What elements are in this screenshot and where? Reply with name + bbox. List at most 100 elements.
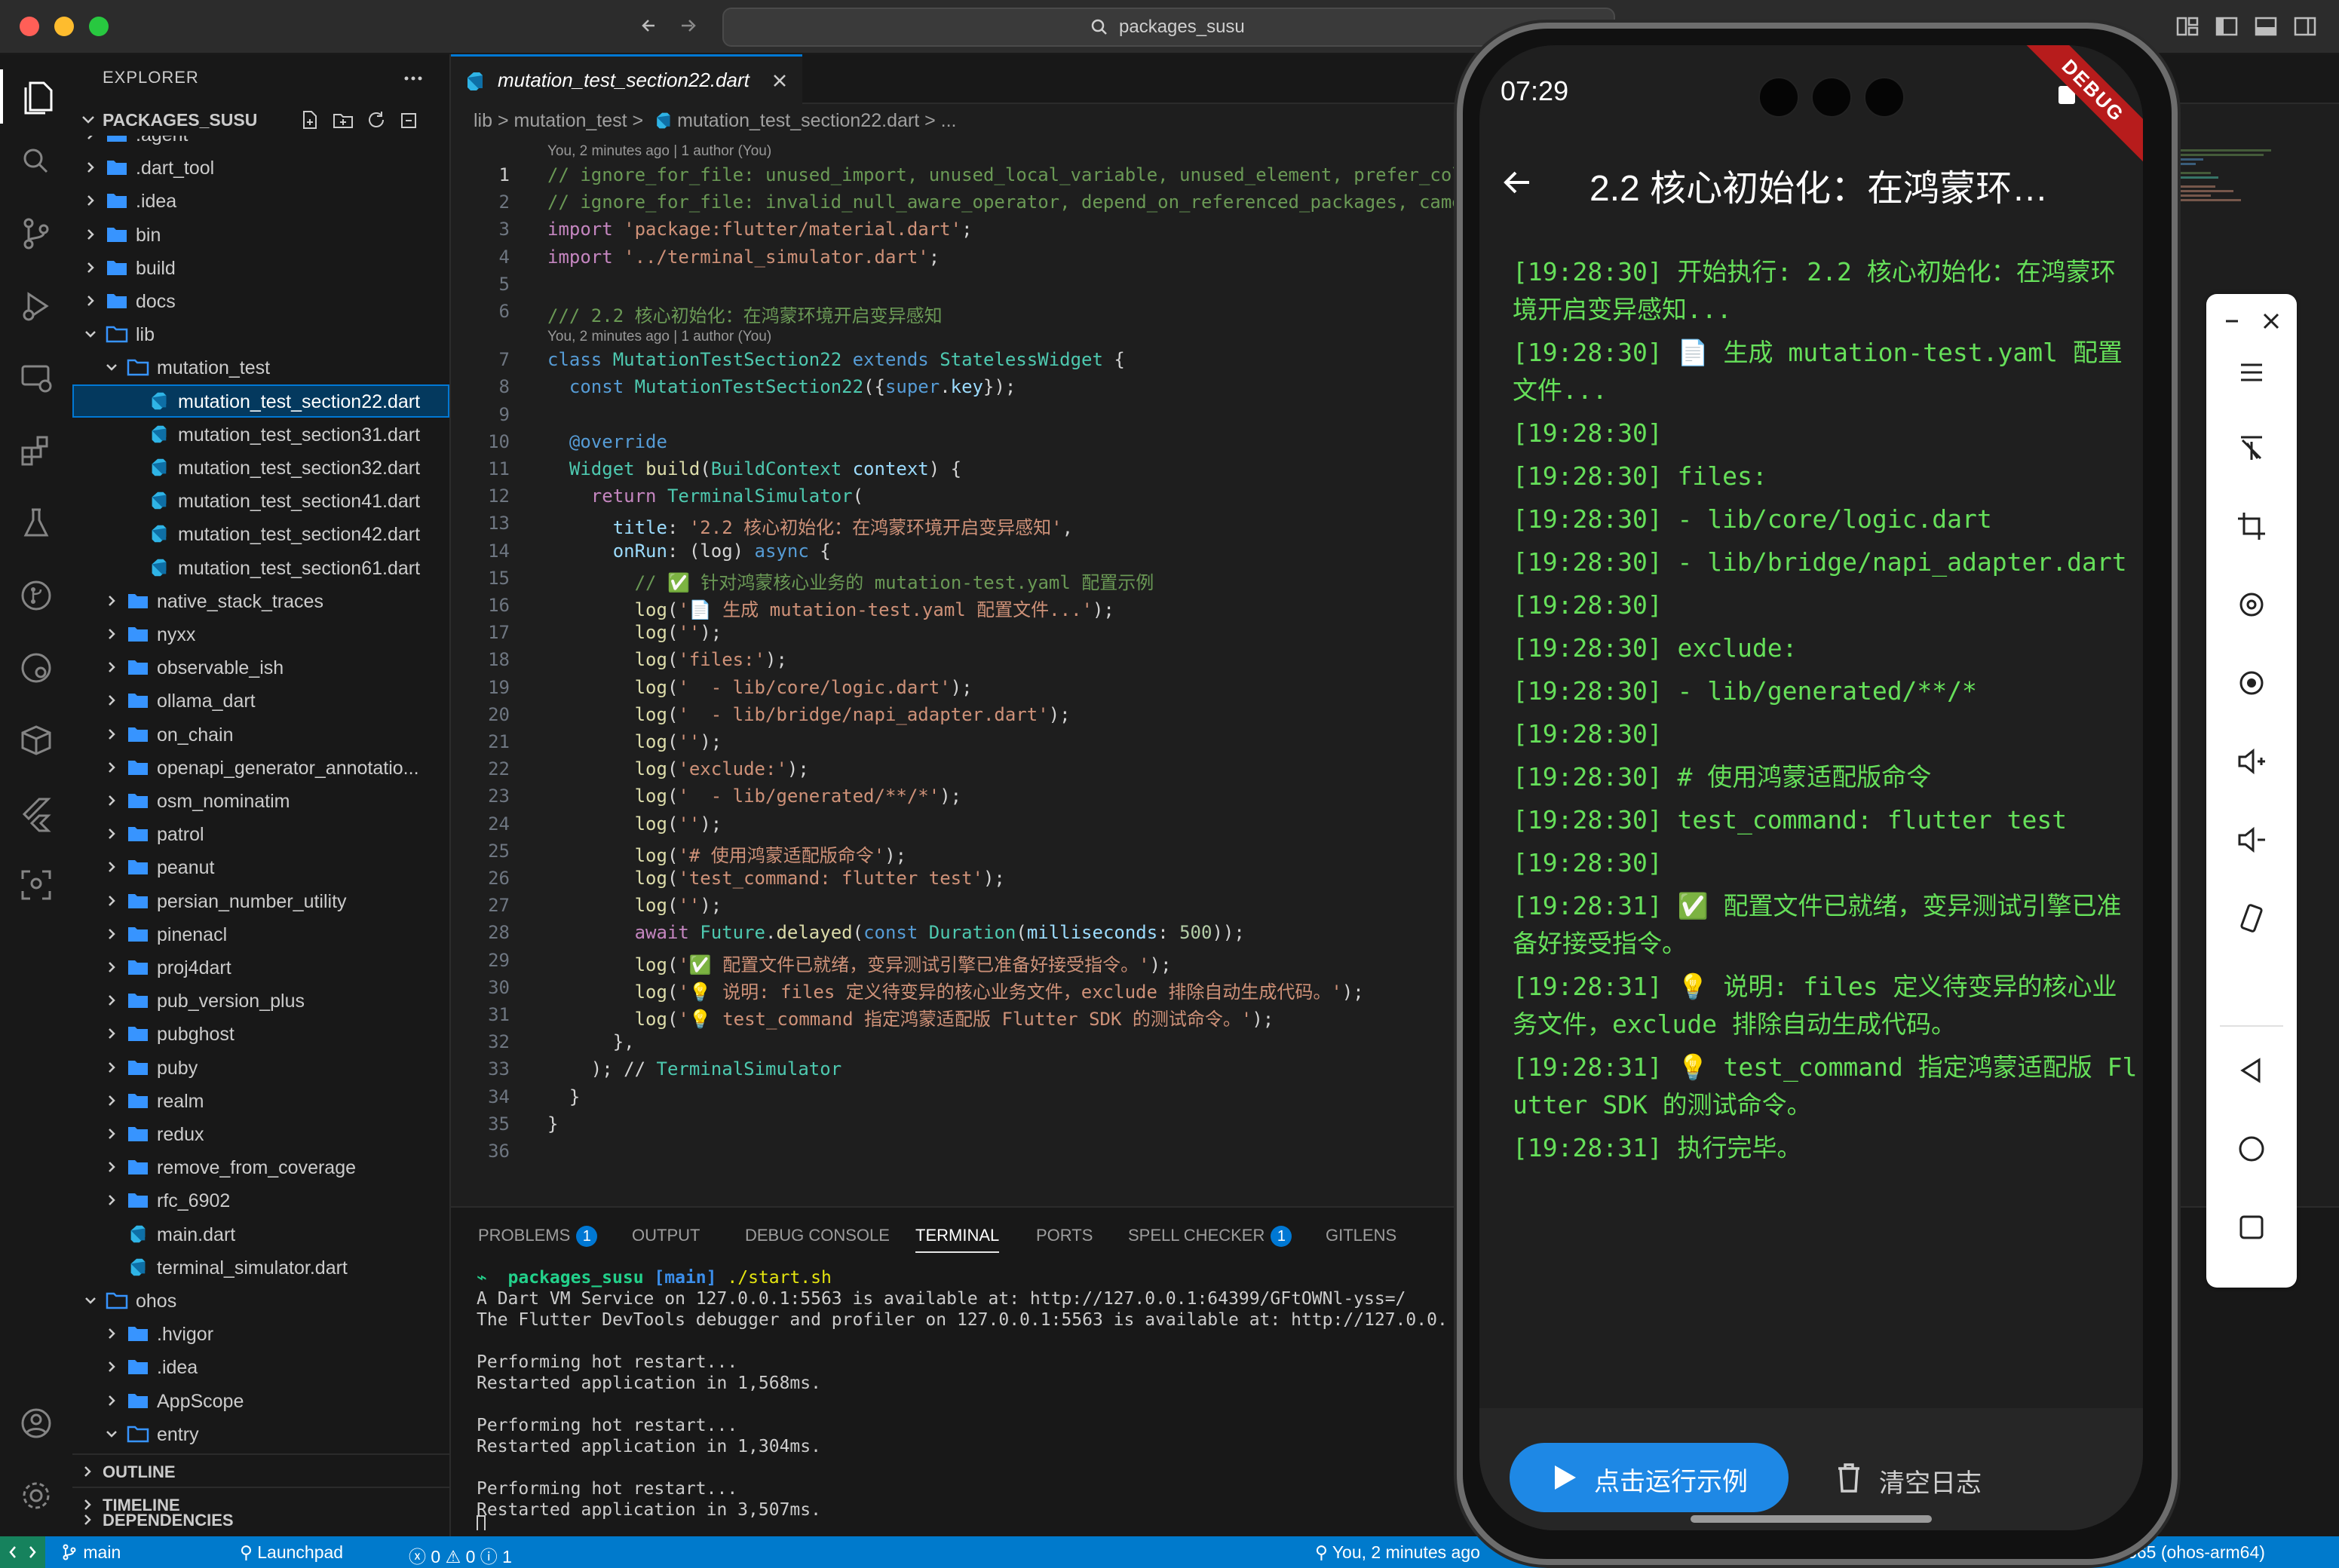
tab-gitlens[interactable]: GITLENS xyxy=(1326,1226,1396,1245)
tree-folder[interactable]: ollama_dart xyxy=(72,684,449,717)
tree-file[interactable]: mutation_test_section32.dart xyxy=(72,451,449,484)
remote-explorer-icon[interactable] xyxy=(17,359,56,398)
gitlens-icon[interactable] xyxy=(17,648,56,688)
launchpad-status[interactable]: ⚲ Launchpad xyxy=(240,1542,343,1563)
code-line[interactable]: log('📄 生成 mutation-test.yaml 配置文件...'); xyxy=(547,595,1114,621)
package-icon[interactable] xyxy=(17,721,56,760)
toggle-secondary-sidebar-icon[interactable] xyxy=(2292,14,2318,39)
code-line[interactable]: log(' - lib/generated/**/*'); xyxy=(547,786,962,807)
tree-file[interactable]: mutation_test_section42.dart xyxy=(72,517,449,550)
flutter-icon[interactable] xyxy=(17,793,56,832)
terminal-output[interactable]: ⌁ packages_susu [main] ./start.sh A Dart… xyxy=(477,1266,1487,1530)
tab-ports[interactable]: PORTS xyxy=(1036,1226,1093,1245)
tree-folder[interactable]: pubghost xyxy=(72,1017,449,1050)
breadcrumb[interactable]: lib > mutation_test > mutation_test_sect… xyxy=(474,110,957,132)
code-line[interactable]: log(''); xyxy=(547,813,722,835)
account-icon[interactable] xyxy=(17,1404,56,1443)
tree-file[interactable]: terminal_simulator.dart xyxy=(72,1251,449,1284)
code-line[interactable]: // ✅ 针对鸿蒙核心业务的 mutation-test.yaml 配置示例 xyxy=(547,568,1154,594)
extensions-icon[interactable] xyxy=(17,431,56,470)
tab-terminal[interactable]: TERMINAL xyxy=(915,1226,1000,1253)
window-maximize-button[interactable] xyxy=(89,17,109,36)
tree-file[interactable]: mutation_test_section61.dart xyxy=(72,551,449,584)
tab-debug-console[interactable]: DEBUG CONSOLE xyxy=(745,1226,890,1245)
tree-folder[interactable]: rfc_6902 xyxy=(72,1184,449,1217)
source-control-icon[interactable] xyxy=(17,214,56,253)
code-line[interactable]: log(' - lib/bridge/napi_adapter.dart'); xyxy=(547,704,1071,725)
code-line[interactable]: log('✅ 配置文件已就绪，变异测试引擎已准备好接受指令。'); xyxy=(547,950,1172,976)
tree-folder[interactable]: on_chain xyxy=(72,718,449,751)
tree-folder[interactable]: AppScope xyxy=(72,1384,449,1417)
minimize-icon[interactable] xyxy=(2217,306,2247,336)
git-graph-icon[interactable] xyxy=(17,576,56,615)
remote-indicator[interactable] xyxy=(0,1536,45,1568)
problems-status[interactable]: ⓧ 0 ⚠ 0 ⓘ 1 xyxy=(409,1542,512,1568)
tree-folder[interactable]: puby xyxy=(72,1051,449,1084)
dependencies-panel-header[interactable]: DEPENDENCIES xyxy=(72,1503,449,1536)
volume-down-icon[interactable] xyxy=(2233,822,2270,858)
tree-folder[interactable]: .idea xyxy=(72,184,449,217)
tree-folder[interactable]: remove_from_coverage xyxy=(72,1150,449,1184)
code-line[interactable]: const MutationTestSection22({super.key})… xyxy=(547,376,1016,397)
nav-back-icon[interactable] xyxy=(2233,1052,2270,1089)
code-line[interactable]: log('exclude:'); xyxy=(547,758,809,779)
tree-folder[interactable]: openapi_generator_annotatio... xyxy=(72,751,449,784)
code-line[interactable]: log('files:'); xyxy=(547,649,787,670)
tree-folder[interactable]: lib xyxy=(72,317,449,351)
code-line[interactable]: import 'package:flutter/material.dart'; xyxy=(547,219,973,240)
blame-status[interactable]: ⚲ You, 2 minutes ago xyxy=(1315,1542,1480,1563)
tree-folder[interactable]: observable_ish xyxy=(72,651,449,684)
tree-folder[interactable]: pinenacl xyxy=(72,917,449,951)
explorer-icon[interactable] xyxy=(0,69,75,124)
back-arrow-icon[interactable] xyxy=(1498,163,1537,202)
close-icon[interactable] xyxy=(771,72,789,90)
codelens-blame[interactable]: You, 2 minutes ago | 1 author (You) xyxy=(547,329,771,345)
outline-panel-header[interactable]: OUTLINE xyxy=(72,1453,449,1488)
toggle-panel-icon[interactable] xyxy=(2253,14,2279,39)
code-line[interactable]: } xyxy=(547,1113,558,1135)
tree-folder[interactable]: .idea xyxy=(72,1350,449,1383)
tab-spell-checker[interactable]: SPELL CHECKER 1 xyxy=(1128,1226,1292,1247)
volume-up-icon[interactable] xyxy=(2233,743,2270,779)
minimap[interactable] xyxy=(2155,143,2330,241)
code-line[interactable]: ); // TerminalSimulator xyxy=(547,1058,841,1080)
code-line[interactable]: } xyxy=(547,1086,580,1107)
window-close-button[interactable] xyxy=(20,17,39,36)
code-line[interactable]: // ignore_for_file: unused_import, unuse… xyxy=(547,164,1476,185)
collapse-all-icon[interactable] xyxy=(398,109,421,131)
no-touch-icon[interactable] xyxy=(2233,430,2270,466)
tree-file[interactable]: main.dart xyxy=(72,1217,449,1251)
tree-folder[interactable]: persian_number_utility xyxy=(72,884,449,917)
tree-folder[interactable]: build xyxy=(72,251,449,284)
command-center-search[interactable]: packages_susu xyxy=(722,8,1615,47)
menu-icon[interactable] xyxy=(2233,354,2270,390)
tree-folder[interactable]: .dart_tool xyxy=(72,151,449,184)
tree-folder[interactable]: docs xyxy=(72,284,449,317)
code-line[interactable]: return TerminalSimulator( xyxy=(547,485,863,507)
home-indicator[interactable] xyxy=(1691,1515,1932,1523)
tree-folder[interactable]: patrol xyxy=(72,817,449,850)
code-line[interactable]: log(' - lib/core/logic.dart'); xyxy=(547,677,973,698)
code-line[interactable]: title: '2.2 核心初始化：在鸿蒙环境开启变异感知', xyxy=(547,513,1073,539)
code-line[interactable]: import '../terminal_simulator.dart'; xyxy=(547,247,940,268)
code-line[interactable]: @override xyxy=(547,431,667,452)
window-minimize-button[interactable] xyxy=(54,17,74,36)
tree-folder[interactable]: redux xyxy=(72,1117,449,1150)
refresh-icon[interactable] xyxy=(365,109,388,131)
nav-recents-icon[interactable] xyxy=(2233,1209,2270,1245)
code-line[interactable]: log('💡 test_command 指定鸿蒙适配版 Flutter SDK … xyxy=(547,1004,1274,1031)
code-line[interactable]: /// 2.2 核心初始化：在鸿蒙环境开启变异感知 xyxy=(547,301,943,327)
code-line[interactable]: log(''); xyxy=(547,731,722,752)
code-line[interactable]: log('# 使用鸿蒙适配版命令'); xyxy=(547,841,907,867)
back-arrow-icon[interactable] xyxy=(638,14,662,38)
tree-file[interactable]: mutation_test_section22.dart xyxy=(72,384,449,418)
tree-folder[interactable]: .hvigor xyxy=(72,1317,449,1350)
scan-icon[interactable] xyxy=(17,865,56,905)
code-line[interactable]: log(''); xyxy=(547,895,722,916)
rotate-icon[interactable] xyxy=(2233,586,2270,623)
testing-icon[interactable] xyxy=(17,504,56,543)
code-line[interactable]: // ignore_for_file: invalid_null_aware_o… xyxy=(547,191,1476,213)
screenshot-icon[interactable] xyxy=(2233,665,2270,701)
code-editor[interactable]: You, 2 minutes ago | 1 author (You) You,… xyxy=(451,143,1476,1206)
tree-file[interactable]: mutation_test_section41.dart xyxy=(72,484,449,517)
